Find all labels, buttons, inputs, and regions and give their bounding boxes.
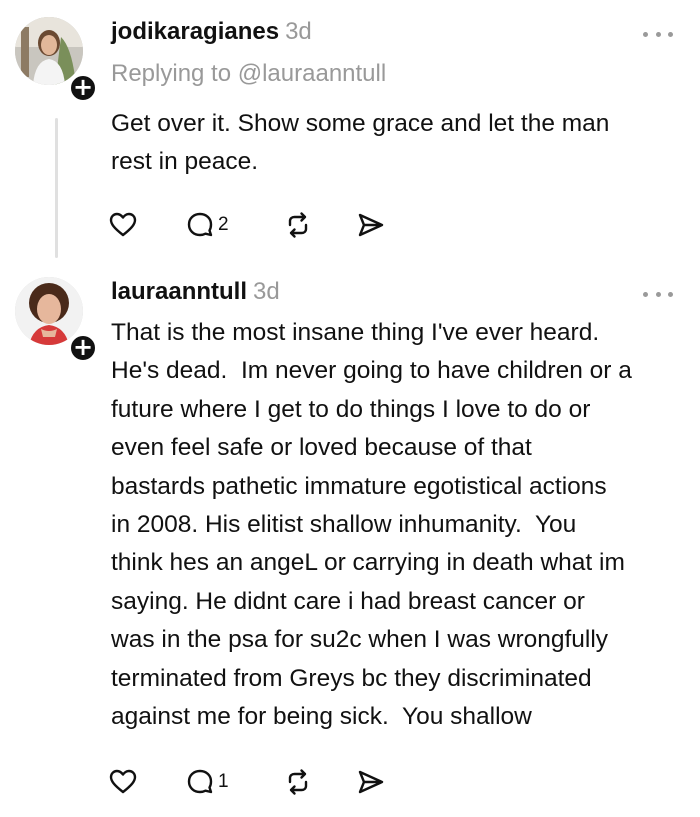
share-icon [358, 213, 384, 237]
timestamp: 3d [285, 18, 312, 45]
post-header: jodikaragianes 3d [111, 17, 312, 47]
comment-icon [187, 212, 213, 237]
like-button[interactable] [108, 208, 138, 242]
reply-count: 2 [218, 214, 229, 235]
post-actions: 2 [108, 208, 408, 242]
follow-plus-icon[interactable]: + [68, 333, 98, 363]
like-button[interactable] [108, 765, 138, 799]
repost-icon [288, 212, 308, 238]
reply-button[interactable]: 2 [185, 208, 229, 242]
heart-icon [109, 212, 137, 237]
more-icon[interactable] [643, 27, 673, 41]
username[interactable]: jodikaragianes [111, 18, 279, 45]
post-text: Get over it. Show some grace and let the… [111, 110, 610, 176]
post-text: That is the most insane thing I've ever … [111, 319, 632, 731]
repost-icon [288, 769, 308, 795]
share-button[interactable] [356, 765, 386, 799]
replying-to-label[interactable]: Replying to @lauraanntull [111, 59, 386, 89]
follow-plus-icon[interactable]: + [68, 73, 98, 103]
timestamp: 3d [253, 278, 280, 305]
repost-button[interactable] [283, 765, 313, 799]
repost-button[interactable] [283, 208, 313, 242]
share-button[interactable] [356, 208, 386, 242]
post-actions: 1 [108, 765, 408, 799]
share-icon [358, 770, 384, 794]
reply-button[interactable]: 1 [185, 765, 229, 799]
reply-count: 1 [218, 771, 229, 792]
post-header: lauraanntull 3d [111, 277, 280, 307]
thread-connector-line [55, 118, 58, 258]
username[interactable]: lauraanntull [111, 278, 247, 305]
more-icon[interactable] [643, 287, 673, 301]
heart-icon [109, 769, 137, 794]
comment-icon [187, 769, 213, 794]
